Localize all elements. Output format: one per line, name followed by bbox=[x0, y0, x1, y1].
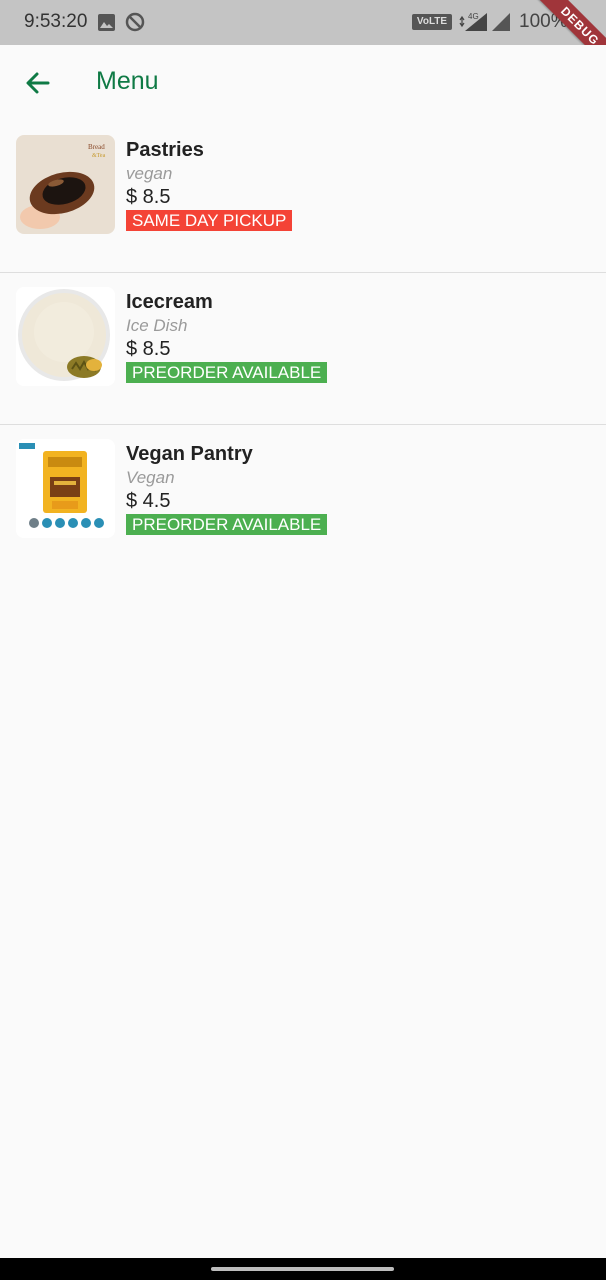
page-title: Menu bbox=[96, 67, 159, 95]
menu-item-icecream[interactable]: Icecream Ice Dish $ 8.5 PREORDER AVAILAB… bbox=[0, 272, 606, 425]
status-bar: 9:53:20 VoLTE 4G 100% DEBUG bbox=[0, 0, 606, 76]
system-nav-bar bbox=[0, 1258, 606, 1280]
svg-text:&Tea: &Tea bbox=[92, 153, 106, 159]
item-category: vegan bbox=[126, 164, 173, 183]
arrow-back-icon bbox=[26, 72, 50, 94]
item-price: $ 8.5 bbox=[126, 338, 171, 360]
volte-badge: VoLTE bbox=[412, 14, 452, 30]
app-bar: Menu bbox=[0, 45, 606, 120]
back-button[interactable] bbox=[18, 63, 58, 103]
item-price: $ 8.5 bbox=[126, 186, 171, 208]
image-notification-icon bbox=[98, 14, 115, 36]
status-badge: PREORDER AVAILABLE bbox=[126, 362, 328, 383]
item-category: Vegan bbox=[126, 468, 175, 487]
item-details: Vegan Pantry Vegan $ 4.5 PREORDER AVAILA… bbox=[126, 442, 328, 535]
home-gesture-handle[interactable] bbox=[211, 1267, 394, 1271]
menu-item-vegan-pantry[interactable]: Vegan Pantry Vegan $ 4.5 PREORDER AVAILA… bbox=[0, 424, 606, 576]
do-not-disturb-icon bbox=[125, 12, 145, 37]
item-name: Pastries bbox=[126, 139, 204, 161]
status-badge: PREORDER AVAILABLE bbox=[126, 514, 328, 535]
signal-4g-icon: 4G bbox=[459, 12, 489, 37]
item-name: Icecream bbox=[126, 291, 213, 313]
item-category: Ice Dish bbox=[126, 316, 188, 335]
svg-text:Bread: Bread bbox=[88, 143, 105, 151]
status-time: 9:53:20 bbox=[24, 11, 88, 32]
item-name: Vegan Pantry bbox=[126, 443, 253, 465]
pastries-image: Bread &Tea bbox=[16, 135, 115, 234]
menu-item-pastries[interactable]: Bread &Tea Pastries vegan $ 8.5 SAME DAY… bbox=[0, 120, 606, 273]
item-details: Icecream Ice Dish $ 8.5 PREORDER AVAILAB… bbox=[126, 290, 328, 383]
item-details: Pastries vegan $ 8.5 SAME DAY PICKUP bbox=[126, 138, 293, 231]
signal-icon bbox=[491, 12, 511, 37]
network-type-label: 4G bbox=[468, 12, 479, 21]
vegan-pantry-image bbox=[16, 439, 115, 538]
icecream-image bbox=[16, 287, 115, 386]
status-badge: SAME DAY PICKUP bbox=[126, 210, 293, 231]
item-price: $ 4.5 bbox=[126, 490, 171, 512]
